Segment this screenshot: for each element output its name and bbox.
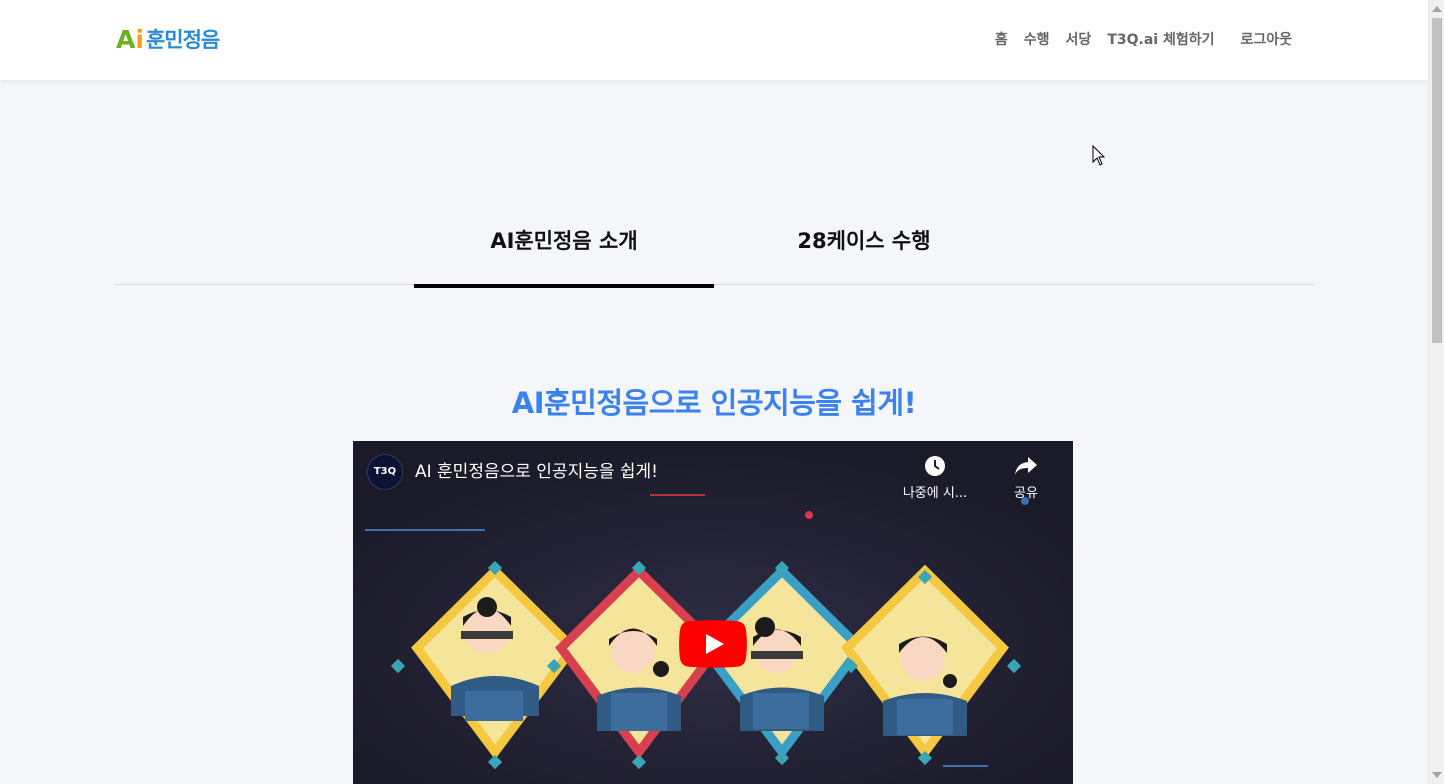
top-header: A i 훈민정음 홈 수행 서당 T3Q.ai 체험하기 로그아웃 <box>0 0 1428 80</box>
share-arrow-icon <box>991 453 1061 479</box>
channel-avatar[interactable]: T3Q <box>367 454 403 490</box>
clock-icon <box>900 453 970 479</box>
nav-t3q-trial[interactable]: T3Q.ai 체험하기 <box>1107 30 1214 50</box>
logo-letter-i: i <box>135 25 144 54</box>
logo-letter-a: A <box>116 25 136 54</box>
scroll-up-arrow-icon[interactable] <box>1432 6 1442 12</box>
logo-text: 훈민정음 <box>145 28 220 52</box>
watch-later-button[interactable]: 나중에 시... <box>900 453 970 501</box>
mouse-pointer-icon <box>1092 145 1106 166</box>
content-tabs: AI훈민정음 소개 28케이스 수행 <box>115 205 1314 288</box>
main-nav: 홈 수행 서당 T3Q.ai 체험하기 로그아웃 <box>979 30 1292 50</box>
vertical-scrollbar[interactable] <box>1428 0 1444 784</box>
brand-logo[interactable]: A i 훈민정음 <box>116 25 220 54</box>
logout-link[interactable]: 로그아웃 <box>1240 30 1292 50</box>
share-label: 공유 <box>1014 486 1038 501</box>
tab-introduction[interactable]: AI훈민정음 소개 <box>414 205 714 288</box>
watch-later-label: 나중에 시... <box>902 486 968 501</box>
scroll-thumb[interactable] <box>1432 18 1442 343</box>
page-headline: AI훈민정음으로 인공지능을 쉽게! <box>511 386 917 420</box>
tab-28-cases[interactable]: 28케이스 수행 <box>714 205 1014 288</box>
scroll-down-arrow-icon[interactable] <box>1432 772 1442 778</box>
youtube-play-icon[interactable] <box>679 620 747 668</box>
nav-seodang[interactable]: 서당 <box>1066 30 1092 50</box>
video-title[interactable]: AI 훈민정음으로 인공지능을 쉽게! <box>415 461 658 483</box>
nav-practice[interactable]: 수행 <box>1024 30 1050 50</box>
nav-home[interactable]: 홈 <box>995 30 1008 50</box>
share-button[interactable]: 공유 <box>991 453 1061 501</box>
youtube-video-embed[interactable]: T3Q AI 훈민정음으로 인공지능을 쉽게! 나중에 시... 공유 <box>353 441 1073 784</box>
